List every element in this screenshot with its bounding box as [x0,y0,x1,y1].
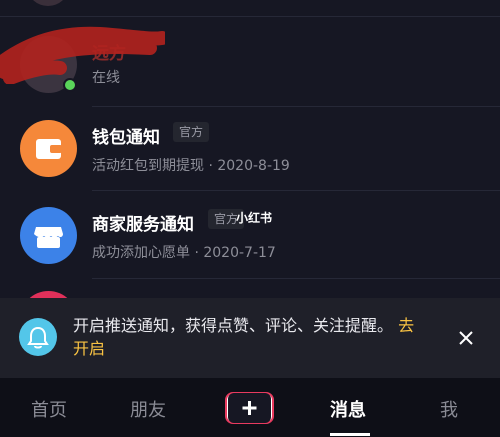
list-item-store[interactable]: 商家服务通知 官方 小红书 成功添加心愿单 · 2020-7-17 [0,193,500,277]
notification-title: 钱包通知 [92,128,160,148]
push-prompt-text: 开启推送通知，获得点赞、评论、关注提醒。 去开启 [73,314,418,360]
notification-subtitle: 成功添加心愿单 · 2020-7-17 [92,245,276,261]
watermark: 小红书 [236,211,273,225]
bell-avatar [19,318,57,356]
redaction-scribble [0,26,165,84]
bell-icon [27,326,49,349]
wallet-icon [36,139,62,159]
notification-subtitle: 活动红包到期提现 · 2020-8-19 [92,158,290,174]
store-avatar [20,207,77,264]
bottom-tabbar: 首页 朋友 消息 我 [0,378,500,437]
active-tab-indicator [330,433,370,436]
push-notification-banner: 开启推送通知，获得点赞、评论、关注提醒。 去开启 [0,298,500,378]
wallet-avatar [20,120,77,177]
store-icon [34,227,63,248]
tab-home[interactable]: 首页 [31,396,67,422]
tab-friends[interactable]: 朋友 [130,396,166,422]
avatar [28,0,68,6]
push-prompt-message: 开启推送通知，获得点赞、评论、关注提醒。 [73,316,394,335]
create-button[interactable] [225,392,274,424]
notification-title: 商家服务通知 [92,215,194,235]
list-item-wallet[interactable]: 钱包通知 官方 活动红包到期提现 · 2020-8-19 [0,106,500,190]
close-icon[interactable] [458,330,474,346]
top-partial-row[interactable] [0,0,500,17]
divider [92,278,500,279]
official-badge: 官方 [173,122,210,142]
divider [92,190,500,191]
tab-messages[interactable]: 消息 [330,396,366,422]
tab-me[interactable]: 我 [440,396,458,422]
